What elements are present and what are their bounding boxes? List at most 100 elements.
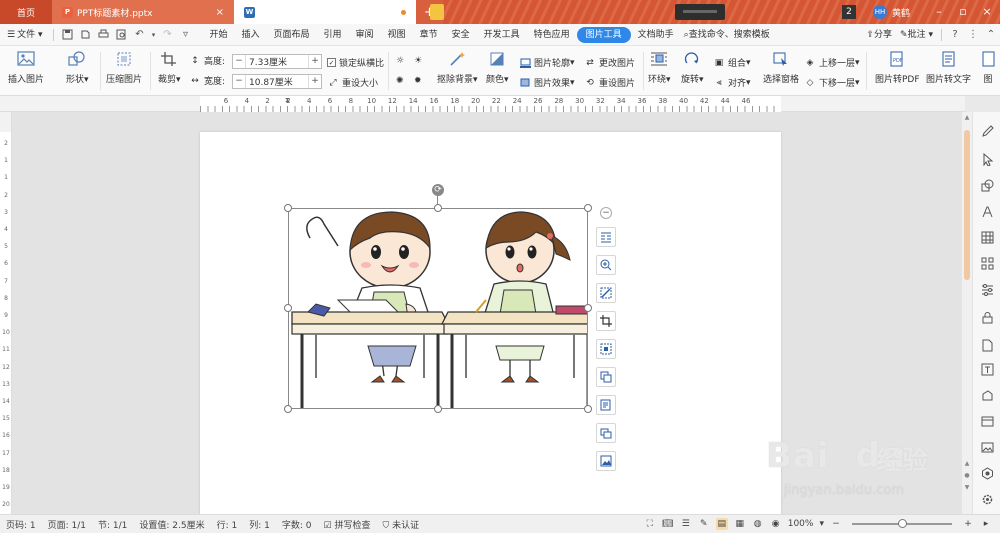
page-view-icon[interactable]: ▤ — [715, 518, 728, 530]
more-picture-tools-button[interactable]: 图 — [978, 50, 998, 85]
resize-handle-l[interactable] — [284, 304, 292, 312]
menu-security[interactable]: 安全 — [445, 24, 477, 46]
window-count-badge[interactable]: 2 — [842, 5, 856, 19]
more-options-icon[interactable]: ⋮ — [966, 28, 980, 42]
scroll-up-page-icon[interactable]: ▲ — [962, 460, 972, 467]
zoom-slider[interactable] — [852, 519, 952, 528]
save-icon[interactable] — [60, 28, 74, 42]
menu-features[interactable]: 特色应用 — [527, 24, 577, 46]
compress-quick-button[interactable] — [596, 339, 616, 359]
color-button[interactable]: 颜色▾ — [486, 50, 509, 85]
status-row[interactable]: 行: 1 — [211, 518, 244, 531]
zoom-out-icon[interactable]: − — [830, 518, 842, 530]
print-preview-icon[interactable] — [114, 28, 128, 42]
width-decrease-button[interactable]: − — [233, 75, 246, 88]
crop-button[interactable]: 裁剪▾ — [158, 50, 181, 85]
change-picture-button[interactable]: ⇄ 更改图片 — [584, 56, 635, 70]
spell-check-button[interactable]: ☑ 拼写检查 — [318, 518, 377, 531]
height-value[interactable]: 7.33厘米 — [246, 55, 308, 68]
wrap-text-button[interactable]: 环绕▾ — [648, 50, 671, 85]
resize-handle-b[interactable] — [434, 405, 442, 413]
send-backward-button[interactable]: ◇ 下移一层 ▾ — [804, 76, 860, 90]
picture-to-text-button[interactable]: 图片转文字 — [926, 50, 971, 85]
read-mode-icon[interactable]: 📖︎ — [662, 518, 674, 530]
zoom-in-icon[interactable]: + — [962, 518, 974, 530]
style-icon[interactable] — [980, 204, 994, 218]
rotate-handle-icon[interactable]: ⟳ — [432, 184, 444, 196]
user-avatar[interactable]: HH — [873, 5, 887, 19]
zoom-preview-button[interactable] — [596, 255, 616, 275]
share-side-icon[interactable] — [980, 388, 994, 402]
zoom-dropdown-icon[interactable]: ▾ — [819, 519, 824, 529]
menu-doc-helper[interactable]: 文档助手 — [631, 24, 681, 46]
hexagon-icon[interactable] — [980, 466, 994, 480]
group-button[interactable]: ▣ 组合 ▾ — [713, 56, 751, 70]
translate-icon[interactable] — [980, 362, 994, 376]
print-icon[interactable] — [96, 28, 110, 42]
resize-handle-br[interactable] — [584, 405, 592, 413]
image-edit-button[interactable] — [596, 451, 616, 471]
tab-picture-tools[interactable]: 图片工具 — [576, 26, 631, 43]
user-name[interactable]: 黄鹤 — [892, 6, 910, 19]
zoom-level[interactable]: 100% — [788, 519, 814, 529]
menu-start[interactable]: 开始 — [202, 24, 234, 46]
search-commands[interactable]: ⌕查找命令、搜索模板 — [681, 24, 773, 46]
fullscreen-icon[interactable]: ⛶ — [644, 518, 656, 530]
image-side-icon[interactable] — [980, 440, 994, 454]
certification-button[interactable]: ⛉ 未认证 — [376, 518, 425, 531]
status-page-number[interactable]: 页码: 1 — [0, 518, 42, 531]
width-increase-button[interactable]: + — [308, 75, 321, 88]
web-view-icon[interactable]: ▦ — [734, 518, 746, 530]
menu-file[interactable]: 文件 ▾ — [17, 24, 49, 46]
document-icon[interactable] — [980, 338, 994, 352]
status-word-count[interactable]: 字数: 0 — [276, 518, 318, 531]
eye-protection-icon[interactable]: ◉ — [770, 518, 782, 530]
restore-button[interactable]: ▫ — [954, 3, 972, 21]
resize-handle-r[interactable] — [584, 304, 592, 312]
indent-marker-icon[interactable]: ⧗ — [285, 96, 291, 112]
status-more-icon[interactable]: ▸ — [980, 518, 992, 530]
menu-reference[interactable]: 引用 — [317, 24, 349, 46]
vertical-scrollbar[interactable]: ▲ ▲ ● ▼ — [962, 112, 972, 514]
rotate-button[interactable]: 旋转▾ — [681, 50, 704, 85]
menu-view[interactable]: 视图 — [381, 24, 413, 46]
horizontal-ruler[interactable]: 6 4 2 2 4 6 8 10 12 14 16 18 20 22 24 26 28 30 32 34 36 38 40 4… — [0, 96, 965, 112]
minimize-button[interactable]: – — [930, 3, 948, 21]
picture-to-pdf-button[interactable]: PDF 图片转PDF — [875, 50, 920, 85]
resize-handle-tl[interactable] — [284, 204, 292, 212]
reset-size-button[interactable]: ⤢ 重设大小 — [327, 76, 378, 90]
undo-icon[interactable]: ↶ — [132, 28, 146, 42]
vertical-ruler[interactable]: 2 1 1 2 3 4 5 6 7 8 9 10 11 12 13 14 15 16 17 18 19 20 — [0, 112, 12, 514]
compress-picture-button[interactable]: 压缩图片 — [106, 50, 142, 85]
globe-icon[interactable]: ◍ — [752, 518, 764, 530]
menu-developer[interactable]: 开发工具 — [477, 24, 527, 46]
menu-chapter[interactable]: 章节 — [413, 24, 445, 46]
height-field[interactable]: − 7.33厘米 + — [232, 54, 322, 69]
export-icon[interactable] — [78, 28, 92, 42]
scroll-down-page-icon[interactable]: ▼ — [962, 484, 972, 491]
height-increase-button[interactable]: + — [308, 55, 321, 68]
picture-effects-button[interactable]: 图片效果 ▾ — [519, 76, 575, 89]
selected-picture[interactable]: ⟳ — [284, 184, 592, 413]
picture-to-text-quick-button[interactable] — [596, 395, 616, 415]
zoom-slider-knob[interactable] — [898, 519, 907, 528]
grid-icon[interactable] — [980, 256, 994, 270]
status-section[interactable]: 节: 1/1 — [92, 518, 133, 531]
resize-handle-t[interactable] — [434, 204, 442, 212]
shapes-icon[interactable] — [980, 178, 994, 192]
collapse-toolbar-icon[interactable]: − — [600, 207, 612, 219]
close-window-button[interactable]: × — [978, 3, 996, 21]
reset-picture-button[interactable]: ⟲ 重设图片 — [584, 76, 635, 90]
brightness-decrease-button[interactable]: ☀ — [414, 56, 422, 66]
customize-toolbar-icon[interactable]: ▿ — [178, 28, 192, 42]
tab-ppt-file[interactable]: P PPT标题素材.pptx × — [52, 0, 234, 24]
height-decrease-button[interactable]: − — [233, 55, 246, 68]
close-tab-icon[interactable]: × — [216, 7, 224, 18]
picture-outline-button[interactable]: 图片轮廓 ▾ — [519, 56, 575, 69]
table-icon[interactable] — [980, 230, 994, 244]
resize-handle-tr[interactable] — [584, 204, 592, 212]
status-pages[interactable]: 页面: 1/1 — [42, 518, 92, 531]
status-setting[interactable]: 设置值: 2.5厘米 — [133, 518, 210, 531]
menu-review[interactable]: 审阅 — [349, 24, 381, 46]
duplicate-button[interactable] — [596, 423, 616, 443]
